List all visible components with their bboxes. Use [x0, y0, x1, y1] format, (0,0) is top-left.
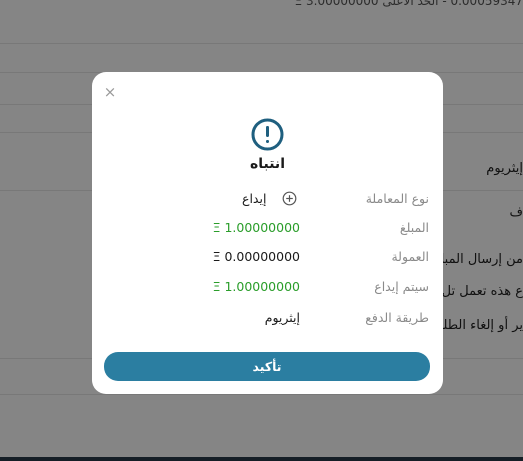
transaction-type-row: نوع المعاملة إيداع	[92, 191, 443, 211]
row-label: نوع المعاملة	[365, 191, 429, 206]
dialog-title: انتباه	[249, 156, 285, 172]
amount-row: المبلغ Ξ 1.00000000	[92, 220, 443, 240]
confirm-button[interactable]: تأكيد	[104, 352, 430, 381]
row-label: المبلغ	[399, 220, 429, 235]
payment-method-row: طريقة الدفع إيثريوم	[92, 310, 443, 330]
row-label: طريقة الدفع	[365, 310, 429, 325]
close-icon[interactable]: ×	[102, 84, 118, 100]
confirmation-dialog: × انتباه نوع المعاملة إيداع المبلغ Ξ 1.0…	[92, 72, 443, 394]
row-value: Ξ 0.00000000	[212, 249, 300, 264]
row-label: سيتم إيداع	[374, 279, 429, 294]
fee-row: العمولة Ξ 0.00000000	[92, 249, 443, 269]
exclamation-circle-icon	[251, 118, 284, 151]
row-value: إيداع	[242, 191, 267, 206]
deposit-total-row: سيتم إيداع Ξ 1.00000000	[92, 279, 443, 299]
row-value: Ξ 1.00000000	[212, 220, 300, 235]
row-label: العمولة	[391, 249, 429, 264]
row-value: Ξ 1.00000000	[212, 279, 300, 294]
plus-circle-icon	[282, 191, 297, 206]
row-value: إيثريوم	[264, 310, 300, 325]
